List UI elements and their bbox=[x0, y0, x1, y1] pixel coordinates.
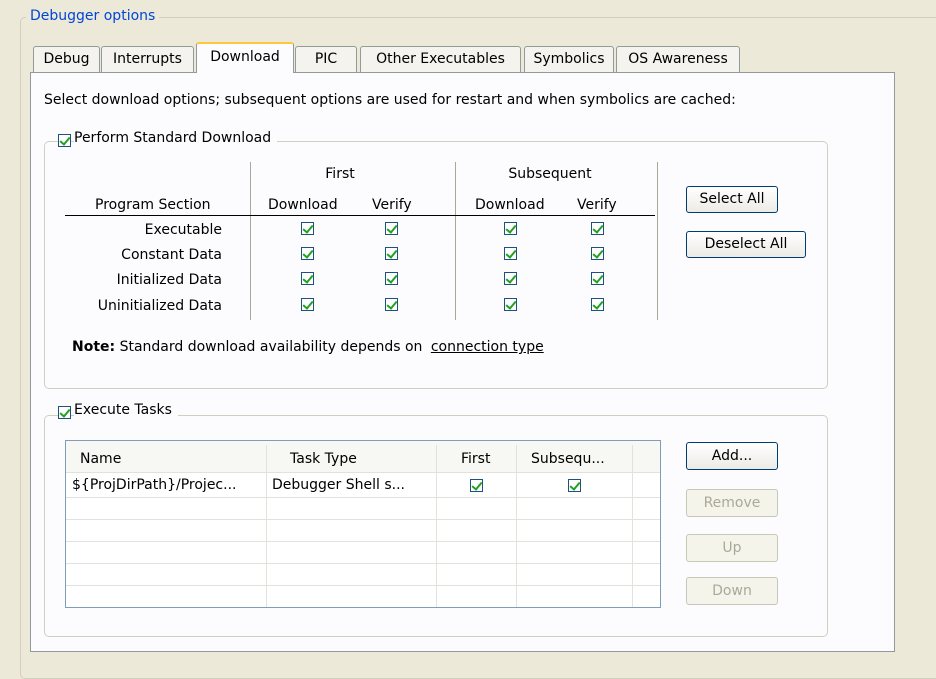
deselect-all-button[interactable]: Deselect All bbox=[686, 231, 806, 258]
tab-download[interactable]: Download bbox=[196, 42, 294, 73]
tasks-table[interactable]: Name Task Type First Subsequ... ${ProjDi… bbox=[65, 440, 661, 608]
tab-pic[interactable]: PIC bbox=[295, 46, 357, 72]
note-text: Standard download availability depends o… bbox=[119, 339, 423, 355]
select-all-button[interactable]: Select All bbox=[686, 186, 778, 213]
remove-button[interactable]: Remove bbox=[686, 489, 778, 517]
task-row-subsequent-checkbox[interactable] bbox=[568, 479, 581, 492]
row-label-uninitialized-data: Uninitialized Data bbox=[97, 298, 222, 314]
uninitialized-sub-download-checkbox[interactable] bbox=[504, 298, 517, 311]
execute-tasks-checkbox[interactable] bbox=[58, 406, 71, 419]
col-header-task-type[interactable]: Task Type bbox=[290, 451, 357, 467]
constant-first-download-checkbox[interactable] bbox=[301, 247, 314, 260]
execute-tasks-label[interactable]: Execute Tasks bbox=[74, 402, 178, 418]
perform-standard-download-checkbox[interactable] bbox=[58, 134, 71, 147]
tab-debug[interactable]: Debug bbox=[33, 46, 100, 72]
col-program-section: Program Section bbox=[95, 197, 211, 213]
column-separator bbox=[455, 162, 456, 320]
up-button[interactable]: Up bbox=[686, 534, 778, 562]
executable-sub-download-checkbox[interactable] bbox=[504, 222, 517, 235]
row-separator bbox=[66, 563, 660, 564]
constant-first-verify-checkbox[interactable] bbox=[385, 247, 398, 260]
col-sub-download: Download bbox=[475, 197, 545, 213]
col-sub-verify: Verify bbox=[577, 197, 617, 213]
note-bold: Note: bbox=[72, 339, 116, 355]
add-button[interactable]: Add... bbox=[686, 442, 778, 470]
task-row-type[interactable]: Debugger Shell s... bbox=[272, 477, 405, 493]
executable-first-verify-checkbox[interactable] bbox=[385, 222, 398, 235]
column-separator bbox=[657, 162, 658, 320]
row-separator bbox=[66, 541, 660, 542]
executable-sub-verify-checkbox[interactable] bbox=[591, 222, 604, 235]
uninitialized-first-download-checkbox[interactable] bbox=[301, 298, 314, 311]
column-separator bbox=[516, 445, 517, 607]
row-label-constant-data: Constant Data bbox=[121, 247, 222, 263]
row-separator bbox=[66, 519, 660, 520]
tab-other-executables[interactable]: Other Executables bbox=[360, 46, 521, 72]
executable-first-download-checkbox[interactable] bbox=[301, 222, 314, 235]
perform-standard-download-label[interactable]: Perform Standard Download bbox=[74, 130, 278, 146]
tab-os-awareness[interactable]: OS Awareness bbox=[616, 46, 740, 72]
header-first: First bbox=[325, 166, 355, 182]
col-header-name[interactable]: Name bbox=[80, 451, 121, 467]
col-header-subsequent[interactable]: Subsequ... bbox=[531, 451, 605, 467]
constant-sub-download-checkbox[interactable] bbox=[504, 247, 517, 260]
initialized-first-download-checkbox[interactable] bbox=[301, 272, 314, 285]
col-header-first[interactable]: First bbox=[461, 451, 490, 467]
uninitialized-first-verify-checkbox[interactable] bbox=[385, 298, 398, 311]
row-label-initialized-data: Initialized Data bbox=[116, 272, 222, 288]
row-separator bbox=[66, 497, 660, 498]
note-line: Note: Standard download availability dep… bbox=[72, 339, 544, 355]
task-row-name[interactable]: ${ProjDirPath}/Projec... bbox=[72, 477, 236, 493]
group-title: Debugger options bbox=[26, 8, 160, 24]
column-separator bbox=[632, 445, 633, 607]
uninitialized-sub-verify-checkbox[interactable] bbox=[591, 298, 604, 311]
column-separator bbox=[266, 445, 267, 607]
row-label-executable: Executable bbox=[144, 222, 222, 238]
initialized-sub-verify-checkbox[interactable] bbox=[591, 272, 604, 285]
header-underline bbox=[65, 215, 655, 216]
col-first-verify: Verify bbox=[372, 197, 412, 213]
tab-interrupts[interactable]: Interrupts bbox=[101, 46, 194, 72]
tab-symbolics[interactable]: Symbolics bbox=[524, 46, 614, 72]
task-row-first-checkbox[interactable] bbox=[470, 479, 483, 492]
header-subsequent: Subsequent bbox=[508, 166, 592, 182]
column-separator bbox=[436, 445, 437, 607]
col-first-download: Download bbox=[268, 197, 338, 213]
instructions-text: Select download options; subsequent opti… bbox=[44, 92, 736, 108]
initialized-sub-download-checkbox[interactable] bbox=[504, 272, 517, 285]
constant-sub-verify-checkbox[interactable] bbox=[591, 247, 604, 260]
column-separator bbox=[250, 162, 251, 320]
row-separator bbox=[66, 585, 660, 586]
connection-type-link[interactable]: connection type bbox=[431, 339, 544, 355]
initialized-first-verify-checkbox[interactable] bbox=[385, 272, 398, 285]
down-button[interactable]: Down bbox=[686, 577, 778, 605]
